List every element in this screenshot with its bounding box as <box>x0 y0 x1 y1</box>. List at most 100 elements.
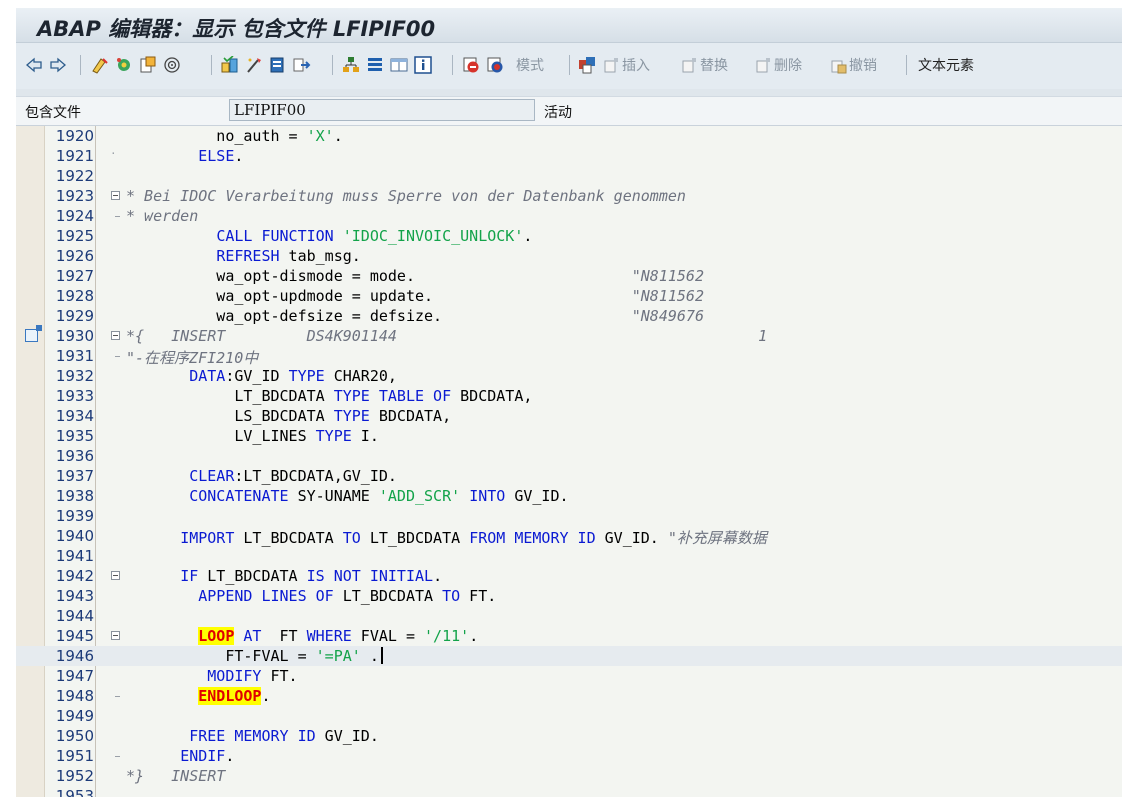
code-line[interactable]: 1946 FT-FVAL = '=PA' . <box>16 646 1122 666</box>
code-text[interactable]: no_auth = 'X'. <box>126 127 342 145</box>
code-line[interactable]: 1934 LS_BDCDATA TYPE BDCDATA, <box>16 406 1122 426</box>
code-text[interactable]: LV_LINES TYPE I. <box>126 427 379 445</box>
code-text[interactable]: CONCATENATE SY-UNAME 'ADD_SCR' INTO GV_I… <box>126 487 568 505</box>
forward-arrow-icon[interactable] <box>49 56 67 74</box>
code-line[interactable]: 1937 CLEAR:LT_BDCDATA,GV_ID. <box>16 466 1122 486</box>
code-line[interactable]: 1944 <box>16 606 1122 626</box>
code-text[interactable]: DATA:GV_ID TYPE CHAR20, <box>126 367 397 385</box>
fold-toggle-icon[interactable] <box>111 191 120 200</box>
code-text[interactable]: CLEAR:LT_BDCDATA,GV_ID. <box>126 467 397 485</box>
delete-button[interactable]: 删除 <box>774 55 802 75</box>
code-line[interactable]: 1921 · ELSE. <box>16 146 1122 166</box>
code-line[interactable]: 1920 no_auth = 'X'. <box>16 126 1122 146</box>
code-text[interactable]: LT_BDCDATA TYPE TABLE OF BDCDATA, <box>126 387 532 405</box>
back-arrow-icon[interactable] <box>25 56 43 74</box>
session-breakpoint-icon[interactable] <box>486 56 504 74</box>
code-line[interactable]: 1943 APPEND LINES OF LT_BDCDATA TO FT. <box>16 586 1122 606</box>
code-line[interactable]: 1939 <box>16 506 1122 526</box>
code-text[interactable]: ELSE. <box>126 147 243 165</box>
code-text[interactable]: APPEND LINES OF LT_BDCDATA TO FT. <box>126 587 496 605</box>
code-text[interactable]: CALL FUNCTION 'IDOC_INVOIC_UNLOCK'. <box>126 227 532 245</box>
check-icon[interactable] <box>221 55 239 74</box>
information-icon[interactable] <box>414 56 432 74</box>
mode-button[interactable]: 模式 <box>516 55 544 75</box>
code-text[interactable]: IF LT_BDCDATA IS NOT INITIAL. <box>126 567 442 585</box>
code-line[interactable]: 1933 LT_BDCDATA TYPE TABLE OF BDCDATA, <box>16 386 1122 406</box>
keyword-token: TYPE <box>333 407 370 425</box>
split-screen-icon[interactable] <box>390 56 408 74</box>
code-line[interactable]: 1925 CALL FUNCTION 'IDOC_INVOIC_UNLOCK'. <box>16 226 1122 246</box>
object-list-icon[interactable] <box>269 56 287 74</box>
code-text[interactable]: "-在程序ZFI210中 <box>126 347 258 368</box>
code-line[interactable]: 1931 "-在程序ZFI210中 <box>16 346 1122 368</box>
pretty-printer-icon[interactable] <box>245 56 263 74</box>
code-line[interactable]: 1951 ENDIF. <box>16 746 1122 766</box>
where-used-icon[interactable] <box>163 56 181 74</box>
code-line[interactable]: 1932 DATA:GV_ID TYPE CHAR20, <box>16 366 1122 386</box>
code-line[interactable]: 1935 LV_LINES TYPE I. <box>16 426 1122 446</box>
display-change-icon[interactable] <box>91 56 109 74</box>
string-token: 'ADD_SCR' <box>378 487 461 505</box>
code-line[interactable]: 1948 ENDLOOP. <box>16 686 1122 706</box>
code-line[interactable]: 1923 * Bei IDOC Verarbeitung muss Sperre … <box>16 186 1122 206</box>
insert-icon[interactable] <box>602 56 620 74</box>
code-line[interactable]: 1927 wa_opt-dismode = mode. "N811562 <box>16 266 1122 286</box>
code-line[interactable]: 1929 wa_opt-defsize = defsize. "N849676 <box>16 306 1122 326</box>
line-number: 1951 <box>55 747 94 765</box>
delete-icon[interactable] <box>754 56 772 74</box>
replace-icon[interactable] <box>680 56 698 74</box>
insert-button[interactable]: 插入 <box>622 55 650 75</box>
code-line[interactable]: 1926 REFRESH tab_msg. <box>16 246 1122 266</box>
code-line[interactable]: 1940 IMPORT LT_BDCDATA TO LT_BDCDATA FRO… <box>16 526 1122 548</box>
fold-toggle-icon[interactable] <box>111 331 120 340</box>
code-text[interactable]: IMPORT LT_BDCDATA TO LT_BDCDATA FROM MEM… <box>126 527 767 548</box>
code-text[interactable]: wa_opt-dismode = mode. "N811562 <box>126 267 704 285</box>
code-text[interactable]: LS_BDCDATA TYPE BDCDATA, <box>126 407 451 425</box>
activate-icon[interactable] <box>115 56 133 74</box>
include-name-field[interactable]: LFIPIF00 <box>229 99 535 121</box>
code-text[interactable]: ENDIF. <box>126 747 234 765</box>
highlighted-keyword-token: ENDLOOP <box>198 687 262 705</box>
replace-button[interactable]: 替换 <box>700 55 728 75</box>
code-text[interactable]: ENDLOOP. <box>126 687 271 705</box>
code-line[interactable]: 1952 *} INSERT <box>16 766 1122 786</box>
code-text[interactable]: wa_opt-defsize = defsize. "N849676 <box>126 307 704 325</box>
display-object-list-icon[interactable] <box>366 56 384 74</box>
code-line[interactable]: 1938 CONCATENATE SY-UNAME 'ADD_SCR' INTO… <box>16 486 1122 506</box>
code-text[interactable]: wa_opt-updmode = update. "N811562 <box>126 287 704 305</box>
code-text[interactable]: * Bei IDOC Verarbeitung muss Sperre von … <box>126 187 686 205</box>
code-line[interactable]: 1950 FREE MEMORY ID GV_ID. <box>16 726 1122 746</box>
text-elements-button[interactable]: 文本元素 <box>918 55 974 75</box>
code-line[interactable]: 1924 * werden <box>16 206 1122 226</box>
fold-toggle-icon[interactable] <box>111 631 120 640</box>
undo-button[interactable]: 撤销 <box>849 55 877 75</box>
code-editor[interactable]: 1920 no_auth = 'X'. 1921 · ELSE. 1922 1923 * … <box>16 126 1122 797</box>
code-text[interactable]: FREE MEMORY ID GV_ID. <box>126 727 379 745</box>
string-token: '=PA' <box>315 647 361 665</box>
code-text[interactable]: *{ INSERT DS4K901144 1 <box>126 327 767 345</box>
code-line[interactable]: 1936 <box>16 446 1122 466</box>
code-line[interactable]: 1953 <box>16 786 1122 797</box>
code-text[interactable]: *} INSERT <box>126 767 225 785</box>
code-text[interactable]: * werden <box>126 207 198 225</box>
pattern-icon[interactable] <box>578 56 596 74</box>
navigate-icon[interactable] <box>293 56 311 74</box>
code-text[interactable]: LOOP AT FT WHERE FVAL = '/11'. <box>126 627 478 645</box>
breakpoint-marker-icon[interactable] <box>25 325 42 342</box>
code-line[interactable]: 1945 LOOP AT FT WHERE FVAL = '/11'. <box>16 626 1122 646</box>
code-line[interactable]: 1922 <box>16 166 1122 186</box>
fold-toggle-icon[interactable] <box>111 571 120 580</box>
code-line[interactable]: 1928 wa_opt-updmode = update. "N811562 <box>16 286 1122 306</box>
code-line[interactable]: 1942 IF LT_BDCDATA IS NOT INITIAL. <box>16 566 1122 586</box>
undo-icon[interactable] <box>829 56 847 74</box>
code-line[interactable]: 1947 MODIFY FT. <box>16 666 1122 686</box>
code-line[interactable]: 1949 <box>16 706 1122 726</box>
code-text[interactable]: MODIFY FT. <box>126 667 297 685</box>
code-line[interactable]: 1941 <box>16 546 1122 566</box>
hierarchy-icon[interactable] <box>342 56 360 74</box>
code-text[interactable]: FT-FVAL = '=PA' . <box>126 647 383 665</box>
code-text[interactable]: REFRESH tab_msg. <box>126 247 361 265</box>
other-object-icon[interactable] <box>139 56 157 74</box>
code-line[interactable]: 1930 *{ INSERT DS4K901144 1 <box>16 325 1122 346</box>
set-breakpoint-icon[interactable] <box>462 56 480 74</box>
